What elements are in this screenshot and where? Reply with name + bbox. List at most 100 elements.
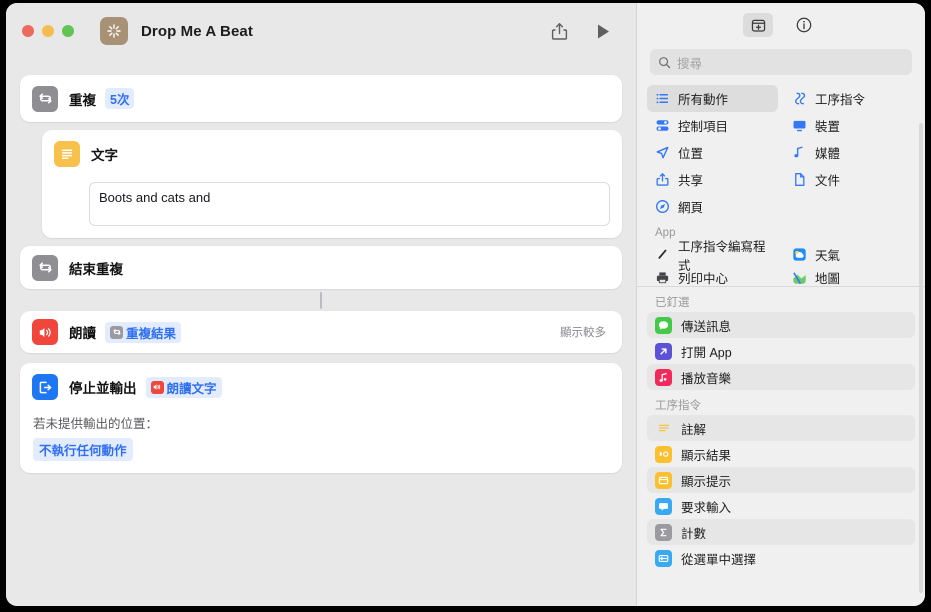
sidebar-item-all-actions[interactable]: 所有動作 [647, 85, 778, 112]
sidebar-item-script-editor[interactable]: 工序指令編寫程式 [647, 240, 778, 273]
play-icon [597, 24, 609, 38]
printer-icon [654, 270, 670, 286]
repeat-result-token[interactable]: 重複結果 [105, 321, 182, 343]
sidebar-item-print-center[interactable]: 列印中心 [647, 268, 778, 286]
action-title: 結束重複 [69, 261, 123, 277]
action-title: 朗讀 [69, 326, 96, 341]
shortcuts-window: Drop Me A Beat 重複 5次 文字 Boots and cats a… [6, 3, 925, 606]
repeat-body: 文字 Boots and cats and [20, 130, 622, 238]
maps-icon [791, 270, 807, 286]
repeat-icon [32, 85, 58, 112]
action-card-end-repeat[interactable]: 結束重複 [20, 246, 622, 289]
sidebar-item-choose-from-menu[interactable]: 從選單中選擇 [647, 545, 915, 571]
close-button[interactable] [22, 25, 34, 37]
action-card-repeat[interactable]: 重複 5次 [20, 75, 622, 122]
document-icon [791, 172, 807, 188]
sidebar-item-label: 文件 [815, 174, 841, 188]
sidebar-item-send-message[interactable]: 傳送訊息 [647, 312, 915, 338]
sidebar-item-shortcuts[interactable]: 工序指令 [784, 85, 915, 112]
action-title: 停止並輸出 [69, 381, 137, 396]
list-icon [654, 91, 670, 107]
search-icon [659, 56, 671, 68]
sidebar-scrollbar[interactable] [919, 123, 923, 593]
token-label: 重複結果 [126, 326, 177, 341]
spoken-text-token[interactable]: 朗讀文字 [145, 376, 222, 398]
text-input-field[interactable]: Boots and cats and [89, 182, 610, 226]
sidebar-item-weather[interactable]: 天氣 [784, 241, 915, 268]
minimize-button[interactable] [42, 25, 54, 37]
zoom-button[interactable] [62, 25, 74, 37]
action-header: 重複 5次 [20, 75, 146, 123]
action-header: 結束重複 [20, 244, 135, 292]
sidebar-item-play-music[interactable]: 播放音樂 [647, 364, 915, 390]
workflow-canvas: 重複 5次 文字 Boots and cats and 結束重複 朗讀 重複結果… [6, 59, 636, 606]
sidebar-item-label: 地圖 [815, 272, 841, 286]
sidebar-item-web[interactable]: 網頁 [647, 193, 778, 220]
info-button[interactable] [789, 13, 819, 37]
choose-menu-icon [655, 549, 672, 567]
sidebar-item-show-result[interactable]: 顯示結果 [647, 441, 915, 467]
sidebar-item-location[interactable]: 位置 [647, 139, 778, 166]
count-icon [655, 523, 672, 541]
sidebar-item-label: 位置 [678, 147, 704, 161]
action-card-text[interactable]: 文字 Boots and cats and [42, 130, 622, 238]
play-button[interactable] [588, 16, 618, 46]
sidebar-item-label: 裝置 [815, 120, 841, 134]
repeat-count-token[interactable]: 5次 [105, 88, 135, 109]
sidebar-item-media[interactable]: 媒體 [784, 139, 915, 166]
comment-icon [655, 420, 672, 437]
action-title: 重複 [69, 92, 96, 108]
sidebar-item-label: 打開 App [681, 345, 732, 360]
sidebar-item-count[interactable]: 計數 [647, 519, 915, 545]
messages-icon [655, 316, 672, 334]
search-field[interactable]: 搜尋 [650, 49, 912, 75]
show-alert-icon [655, 471, 672, 489]
controls-icon [654, 118, 670, 134]
repeat-icon [110, 325, 123, 339]
action-library-button[interactable] [743, 13, 773, 37]
sidebar-item-label: 所有動作 [678, 93, 729, 107]
title-bar: Drop Me A Beat [6, 3, 636, 59]
sidebar-item-label: 網頁 [678, 201, 704, 215]
sidebar-item-label: 天氣 [815, 249, 841, 263]
share-button[interactable] [544, 16, 574, 46]
sidebar-item-label: 註解 [681, 422, 707, 437]
sidebar-item-open-app[interactable]: 打開 App [647, 338, 915, 364]
show-more-button[interactable]: 顯示較多 [560, 324, 610, 340]
repeat-icon [32, 254, 58, 281]
exit-icon [32, 374, 58, 400]
action-header: 朗讀 重複結果 顯示較多 [20, 312, 622, 352]
sidebar-item-devices[interactable]: 裝置 [784, 112, 915, 139]
music-note-icon [791, 145, 807, 161]
action-library-sidebar: 搜尋 所有動作 工序指令 控制項目 裝置 位置 媒體 共享 文件 網頁 App … [636, 3, 925, 606]
sidebar-item-show-alert[interactable]: 顯示提示 [647, 467, 915, 493]
ask-input-icon [655, 497, 672, 515]
sidebar-item-maps[interactable]: 地圖 [784, 268, 915, 286]
shortcut-title[interactable]: Drop Me A Beat [141, 23, 253, 40]
sidebar-item-documents[interactable]: 文件 [784, 166, 915, 193]
weather-icon [791, 247, 807, 263]
app-grid-clipped: 列印中心 地圖 [637, 268, 925, 286]
sidebar-item-label: 媒體 [815, 147, 841, 161]
action-card-stop-and-output[interactable]: 停止並輸出 朗讀文字 若未提供輸出的位置： 不執行任何動作 [20, 363, 622, 473]
section-title-shortcuts: 工序指令 [655, 400, 701, 412]
shortcut-editor-pane: Drop Me A Beat 重複 5次 文字 Boots and cats a… [6, 3, 636, 606]
speaker-icon [150, 380, 164, 394]
shortcuts-app-icon [100, 17, 128, 45]
text-icon [54, 141, 80, 167]
sidebar-item-label: 播放音樂 [681, 371, 732, 386]
sidebar-scroll-area: 所有動作 工序指令 控制項目 裝置 位置 媒體 共享 文件 網頁 App 工序指… [637, 79, 925, 606]
window-controls [22, 25, 74, 37]
sidebar-item-sharing[interactable]: 共享 [647, 166, 778, 193]
sidebar-item-comment[interactable]: 註解 [647, 415, 915, 441]
sidebar-item-ask-input[interactable]: 要求輸入 [647, 493, 915, 519]
stop-output-value[interactable]: 不執行任何動作 [33, 438, 133, 461]
token-label: 朗讀文字 [166, 381, 217, 396]
info-icon [796, 17, 812, 33]
stop-output-sub-label: 若未提供輸出的位置： [33, 417, 159, 431]
sidebar-item-controls[interactable]: 控制項目 [647, 112, 778, 139]
action-card-speak-text[interactable]: 朗讀 重複結果 顯示較多 [20, 311, 622, 353]
section-title-pinned: 已釘選 [655, 297, 690, 309]
sidebar-item-label: 顯示提示 [681, 474, 732, 489]
sidebar-item-label: 顯示結果 [681, 448, 732, 463]
